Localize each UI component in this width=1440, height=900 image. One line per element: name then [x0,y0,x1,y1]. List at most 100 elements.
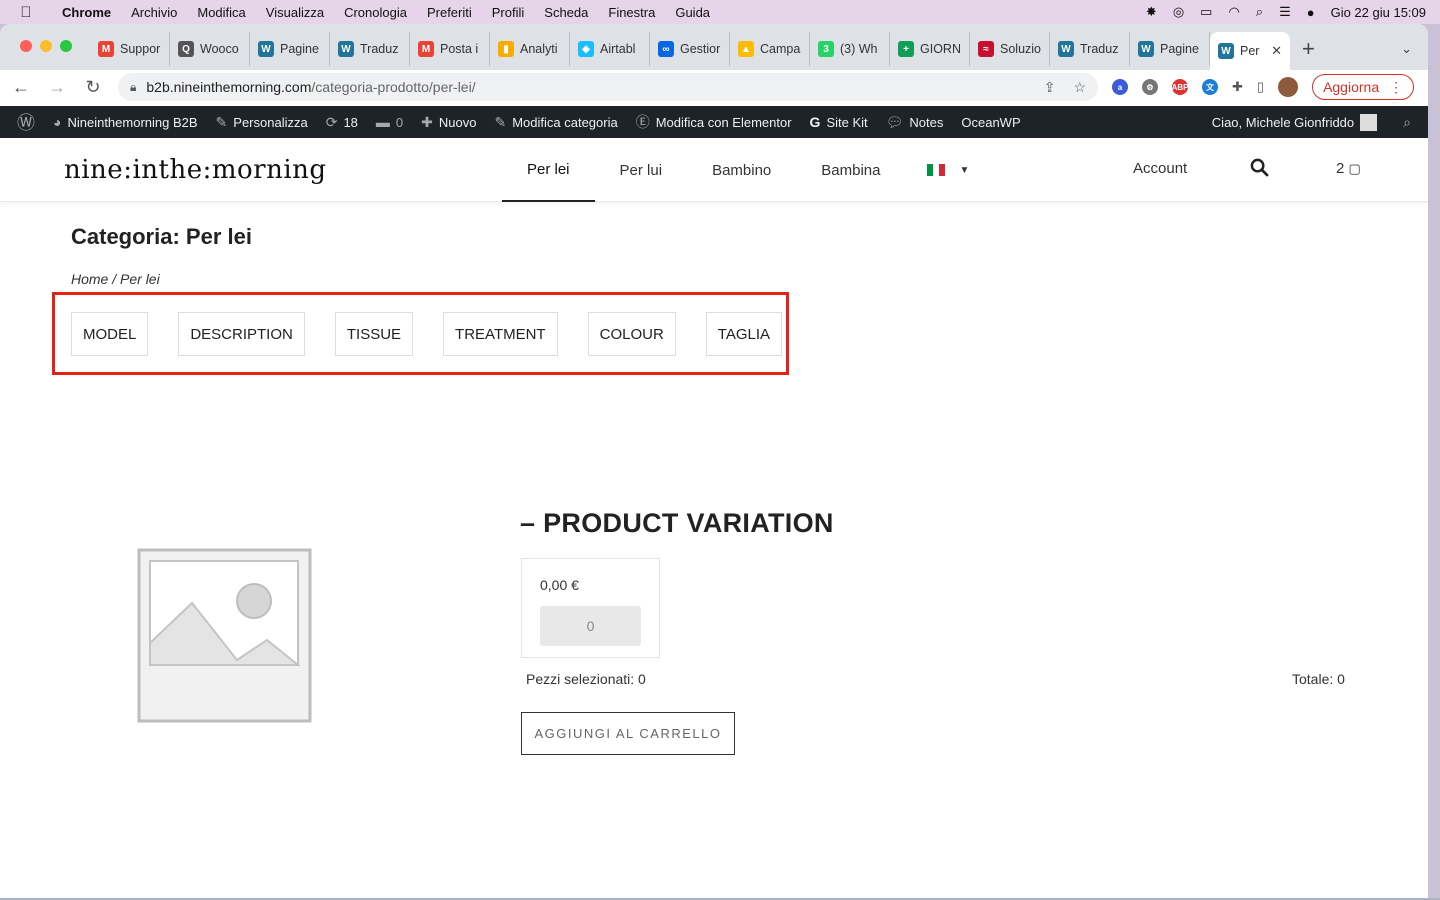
share-icon[interactable]: ⇪ [1044,79,1056,96]
search-icon[interactable]: ⌕ [1394,114,1420,131]
kebab-menu-icon[interactable]: ⋮ [1389,79,1403,96]
speech-bubble-icon: 💬︎ [885,113,904,130]
menu-modifica[interactable]: Modifica [187,5,255,20]
wp-customize[interactable]: ✎ Personalizza [207,114,317,131]
product-placeholder-image[interactable] [137,548,312,723]
wp-site-name[interactable]: ◕ Nineinthemorning B2B [44,114,207,130]
nav-item-per-lei[interactable]: Per lei [502,138,595,202]
tab-3[interactable]: W Traduz [330,32,410,66]
menu-app-chrome[interactable]: Chrome [52,5,121,20]
bookmark-star-icon[interactable]: ☆ [1073,79,1086,96]
tab-12[interactable]: W Traduz [1050,32,1130,66]
wp-oceanwp[interactable]: OceanWP [952,115,1029,130]
wp-updates[interactable]: ⟳ 18 [317,114,367,131]
url-path: /categoria-prodotto/per-lei/ [311,79,476,95]
close-window-icon[interactable] [20,40,32,52]
filter-colour[interactable]: COLOUR [587,312,676,356]
menu-archivio[interactable]: Archivio [121,5,187,20]
siri-icon[interactable]: ● [1307,5,1315,20]
nav-item-bambino[interactable]: Bambino [687,138,796,202]
wp-account-menu[interactable]: Ciao, Michele Gionfriddo [1203,113,1386,131]
cart-link[interactable]: 2 ▢ [1336,160,1361,177]
wifi-icon[interactable]: ◠ [1228,4,1239,20]
battery-icon[interactable]: ▭ [1200,4,1212,20]
wp-notes[interactable]: 💬︎ Notes [877,114,953,131]
menu-cronologia[interactable]: Cronologia [334,5,417,20]
update-label: Aggiorna [1323,79,1380,95]
adblock-plus-icon[interactable]: ABP [1172,79,1188,95]
dashboard-icon: ◕ [53,114,62,130]
filter-treatment[interactable]: TREATMENT [443,312,558,356]
variation-card: 0,00 € 0 [521,558,660,658]
tab-label: Posta i [440,42,479,56]
wp-new[interactable]: ✚ Nuovo [412,114,485,131]
tab-8[interactable]: ▲ Campa [730,32,810,66]
tab-13[interactable]: W Pagine [1130,32,1210,66]
tab-9[interactable]: 3 (3) Wh [810,32,890,66]
nav-item-per-lui[interactable]: Per lui [595,138,688,202]
puzzle-extensions-icon[interactable]: ✚ [1232,79,1243,95]
tab-active[interactable]: W Per ✕ [1210,32,1290,70]
window-controls [0,40,90,52]
wp-comments[interactable]: ▬ 0 [367,114,412,130]
tab-10[interactable]: + GIORN [890,32,970,66]
lock-icon[interactable]: 🔒︎ [130,80,136,95]
add-to-cart-button[interactable]: AGGIUNGI AL CARRELLO [521,712,735,755]
cart-count: 2 [1336,160,1345,177]
address-bar[interactable]: 🔒︎ b2b.nineinthemorning.com/categoria-pr… [118,73,1098,101]
sun-icon[interactable]: ✸ [1146,4,1157,20]
oceanwp-label: OceanWP [961,114,1021,130]
filter-taglia[interactable]: TAGLIA [705,312,783,356]
translate-extension-icon[interactable]: 文 [1202,79,1218,95]
update-chrome-button[interactable]: Aggiorna ⋮ [1312,74,1415,100]
menubar-clock[interactable]: Gio 22 giu 15:09 [1331,5,1426,20]
tab-5[interactable]: ▮ Analyti [490,32,570,66]
menu-guida[interactable]: Guida [665,5,720,20]
wp-sitekit[interactable]: G Site Kit [801,114,877,130]
tab-1[interactable]: Q Wooco [170,32,250,66]
quantity-input[interactable]: 0 [540,606,641,646]
filter-model[interactable]: MODEL [71,312,149,356]
menu-scheda[interactable]: Scheda [534,5,598,20]
tab-7[interactable]: ∞ Gestior [650,32,730,66]
filter-description[interactable]: DESCRIPTION [178,312,305,356]
tab-6[interactable]: ◆ Airtabl [570,32,650,66]
apple-icon[interactable]:  [0,4,52,21]
wp-elementor[interactable]: Ⓔ Modifica con Elementor [627,112,801,132]
menu-visualizza[interactable]: Visualizza [256,5,334,20]
filter-tissue[interactable]: TISSUE [334,312,414,356]
maximize-window-icon[interactable] [60,40,72,52]
caret-down-icon: ▼ [959,164,970,176]
minimize-window-icon[interactable] [40,40,52,52]
account-link[interactable]: Account [1133,160,1187,177]
tab-2[interactable]: W Pagine [250,32,330,66]
tab-search-chevron-icon[interactable]: ⌄ [1401,41,1412,57]
extensions-area: a ⚙ ABP 文 ✚ ▯ [1112,77,1299,97]
tab-0[interactable]: M Suppor [90,32,170,66]
tab-11[interactable]: ≈ Soluzio [970,32,1050,66]
tab-4[interactable]: M Posta i [410,32,490,66]
site-logo[interactable]: nine:inthe:morning [64,155,327,185]
new-tab-button[interactable]: + [1290,36,1327,62]
breadcrumb[interactable]: Home / Per lei [71,271,160,287]
settings-gear-extension-icon[interactable]: ⚙ [1142,79,1158,95]
control-center-icon[interactable]: ☰ [1279,4,1291,20]
forward-arrow-icon[interactable]: → [46,77,68,98]
back-arrow-icon[interactable]: ← [10,77,32,98]
wp-edit-category[interactable]: ✎ Modifica categoria [485,114,626,131]
search-icon[interactable] [1250,158,1269,183]
spotlight-search-icon[interactable]: ⌕ [1256,4,1263,20]
menu-preferiti[interactable]: Preferiti [417,5,482,20]
airdrop-icon[interactable]: ◎ [1173,4,1184,20]
close-tab-icon[interactable]: ✕ [1271,43,1282,59]
menu-finestra[interactable]: Finestra [598,5,665,20]
language-switcher[interactable]: ▼ [905,138,991,202]
nav-item-bambina[interactable]: Bambina [796,138,905,202]
avatar[interactable] [1278,77,1299,97]
sidepanel-icon[interactable]: ▯ [1257,79,1264,95]
edit-category-label: Modifica categoria [512,114,618,130]
extension-icon[interactable]: a [1112,79,1128,95]
reload-icon[interactable]: ↻ [82,77,104,98]
wordpress-logo-icon[interactable]: Ⓦ [8,109,44,135]
menu-profili[interactable]: Profili [482,5,535,20]
